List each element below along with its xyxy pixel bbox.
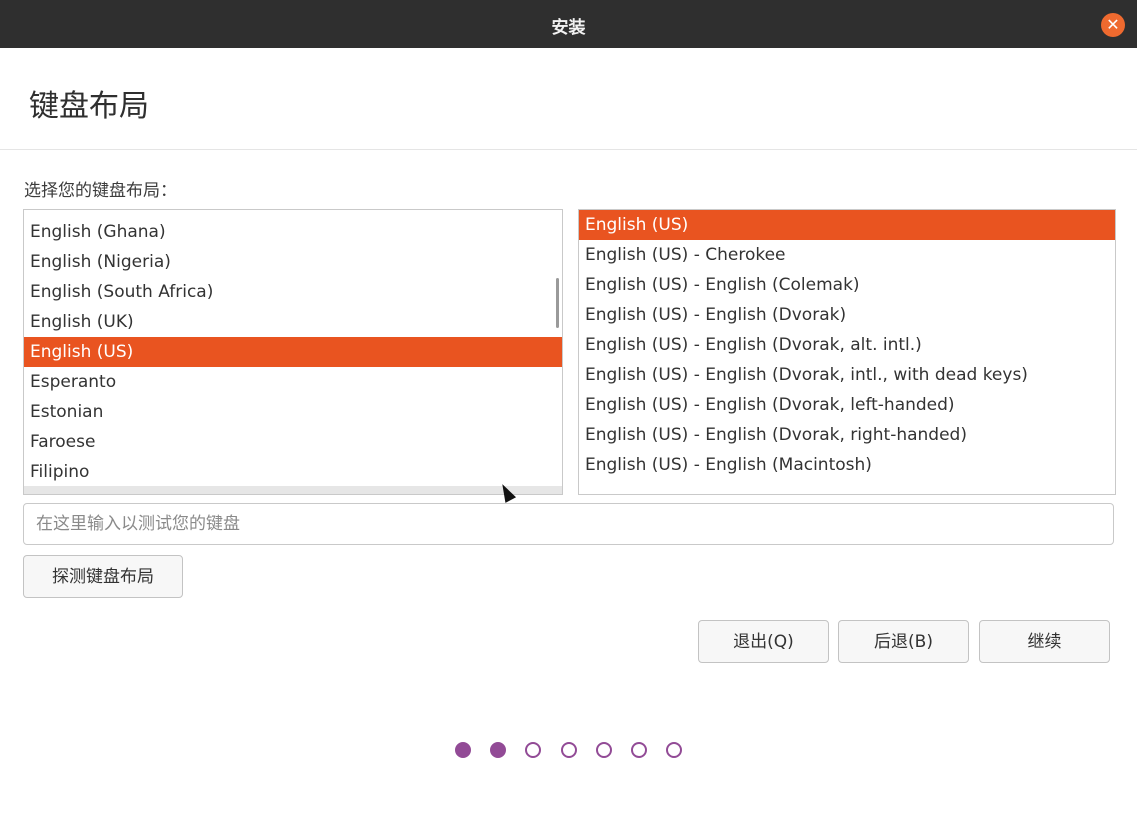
quit-button[interactable]: 退出(Q): [698, 620, 829, 663]
layout-list-item[interactable]: English (UK): [24, 307, 562, 337]
layout-list-scrollbar[interactable]: [556, 278, 559, 328]
progress-dot: [596, 742, 612, 758]
layout-list-item[interactable]: Estonian: [24, 397, 562, 427]
layout-list-horizontal-scrollbar[interactable]: [24, 486, 562, 494]
variant-list-item[interactable]: English (US) - English (Colemak): [579, 270, 1115, 300]
keyboard-test-input[interactable]: [23, 503, 1114, 545]
progress-dot: [525, 742, 541, 758]
variant-list-item[interactable]: English (US) - Cherokee: [579, 240, 1115, 270]
close-icon[interactable]: ✕: [1101, 13, 1125, 37]
layout-list-item[interactable]: English (Nigeria): [24, 247, 562, 277]
progress-dot-current: [490, 742, 506, 758]
layout-list-item[interactable]: Esperanto: [24, 367, 562, 397]
layout-list-item[interactable]: Faroese: [24, 427, 562, 457]
back-button[interactable]: 后退(B): [838, 620, 969, 663]
variant-list-item[interactable]: English (US) - English (Dvorak, right-ha…: [579, 420, 1115, 450]
progress-dot: [631, 742, 647, 758]
variant-list-item[interactable]: English (US) - English (Dvorak): [579, 300, 1115, 330]
variant-list-item[interactable]: English (US) - English (Dvorak, intl., w…: [579, 360, 1115, 390]
variant-list-item-partial[interactable]: [579, 480, 1115, 494]
layout-list-item-selected[interactable]: English (US): [24, 337, 562, 367]
progress-dot: [561, 742, 577, 758]
variant-list-item[interactable]: English (US) - English (Dvorak, alt. int…: [579, 330, 1115, 360]
variant-list-item[interactable]: English (US) - English (Dvorak, left-han…: [579, 390, 1115, 420]
keyboard-layout-list[interactable]: English (Ghana) English (Nigeria) Englis…: [23, 209, 563, 495]
continue-button[interactable]: 继续: [979, 620, 1110, 663]
window-title: 安装: [551, 18, 586, 38]
layout-prompt-label: 选择您的键盘布局：: [24, 181, 177, 201]
page-title: 键盘布局: [29, 89, 149, 124]
window-titlebar: 安装 ✕: [0, 0, 1137, 49]
layout-list-item[interactable]: English (South Africa): [24, 277, 562, 307]
detect-layout-button[interactable]: 探测键盘布局: [23, 555, 183, 598]
progress-dot: [666, 742, 682, 758]
variant-list-item-selected[interactable]: English (US): [579, 210, 1115, 240]
page-header: 键盘布局: [0, 48, 1137, 150]
variant-list-item[interactable]: English (US) - English (Macintosh): [579, 450, 1115, 480]
keyboard-variant-list[interactable]: English (US) English (US) - Cherokee Eng…: [578, 209, 1116, 495]
progress-dot-done: [455, 742, 471, 758]
layout-list-item[interactable]: Filipino: [24, 457, 562, 487]
layout-list-item[interactable]: English (Ghana): [24, 217, 562, 247]
